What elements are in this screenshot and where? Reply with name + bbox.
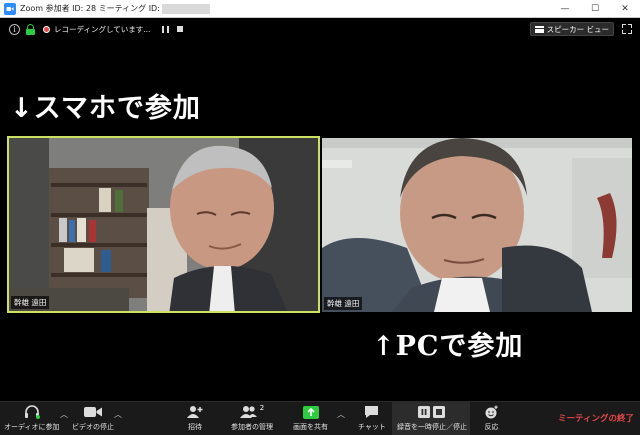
smiley-face-icon xyxy=(484,404,499,420)
caption-smartphone: ↓スマホで参加 xyxy=(10,93,201,124)
audio-options-chevron-icon[interactable]: ︿ xyxy=(60,409,68,420)
share-screen-label: 画面を共有 xyxy=(293,423,328,431)
close-button[interactable]: ✕ xyxy=(610,0,640,18)
pause-stop-recording-button[interactable]: 録音を一時停止／停止 xyxy=(397,404,467,432)
video-frame-smartphone xyxy=(9,138,318,311)
speaker-view-button[interactable]: スピーカー ビュー xyxy=(529,22,614,36)
window-title: Zoom 参加者 ID: 28 ミーティング ID: xyxy=(20,3,210,14)
participant-name-tag: 幹雄 遠田 xyxy=(11,296,50,309)
headphones-icon xyxy=(24,404,40,420)
pause-recording-icon[interactable] xyxy=(162,25,170,33)
share-options-chevron-icon[interactable]: ︿ xyxy=(337,409,345,420)
recording-controls-icon xyxy=(417,404,447,420)
invite-button[interactable]: 招待 xyxy=(187,404,203,432)
chat-bubble-icon xyxy=(364,404,379,420)
encryption-lock-icon[interactable] xyxy=(26,23,35,35)
speaker-view-icon xyxy=(534,25,544,33)
zoom-logo-icon xyxy=(4,2,16,15)
info-icon[interactable]: i xyxy=(9,23,20,35)
participants-count-badge: 2 xyxy=(259,404,265,412)
invite-label: 招待 xyxy=(188,423,202,431)
speaker-view-label: スピーカー ビュー xyxy=(546,24,609,34)
participant-name-tag: 幹雄 遠田 xyxy=(324,297,363,310)
stop-recording-icon[interactable] xyxy=(177,26,184,32)
video-options-chevron-icon[interactable]: ︿ xyxy=(114,409,122,420)
video-camera-icon xyxy=(84,404,102,420)
reactions-button[interactable]: 反応 xyxy=(484,404,499,432)
video-tile-pc[interactable]: 幹雄 遠田 xyxy=(322,138,632,312)
recording-controls-label: 録音を一時停止／停止 xyxy=(397,423,467,431)
caption-pc: ↑PCで参加 xyxy=(372,331,524,362)
join-audio-button[interactable]: オーディオに参加 xyxy=(4,404,60,432)
manage-participants-label: 参加者の管理 xyxy=(231,423,273,431)
maximize-button[interactable]: ☐ xyxy=(580,0,610,18)
manage-participants-button[interactable]: 2 参加者の管理 xyxy=(231,404,273,432)
stop-video-label: ビデオの停止 xyxy=(72,423,114,431)
participants-icon: 2 xyxy=(239,404,265,420)
share-screen-icon xyxy=(302,404,319,420)
video-frame-pc xyxy=(322,138,632,312)
reactions-label: 反応 xyxy=(484,423,499,431)
stop-video-button[interactable]: ビデオの停止 xyxy=(72,404,114,432)
share-screen-button[interactable]: 画面を共有 xyxy=(293,404,328,432)
chat-button[interactable]: チャット xyxy=(358,404,386,432)
join-audio-label: オーディオに参加 xyxy=(4,423,60,431)
minimize-button[interactable]: — xyxy=(550,0,580,18)
invite-person-icon xyxy=(187,404,203,420)
recording-indicator: レコーディングしています... xyxy=(43,22,184,36)
meeting-toolbar: オーディオに参加 ︿ ビデオの停止 ︿ 招待 2 参加者の管理 画面を共有 ︿ … xyxy=(0,401,640,435)
video-tile-smartphone[interactable]: 幹雄 遠田 xyxy=(7,136,320,313)
recording-dot-icon xyxy=(43,25,50,33)
chat-label: チャット xyxy=(358,423,386,431)
window-titlebar: Zoom 参加者 ID: 28 ミーティング ID: — ☐ ✕ xyxy=(0,0,640,18)
meeting-info-bar: i レコーディングしています... スピーカー ビュー xyxy=(0,18,640,40)
fullscreen-icon[interactable] xyxy=(622,24,632,34)
end-meeting-button[interactable]: ミーティングの終了 xyxy=(558,412,634,424)
recording-status-text: レコーディングしています... xyxy=(54,24,151,34)
redacted-id xyxy=(161,3,210,14)
